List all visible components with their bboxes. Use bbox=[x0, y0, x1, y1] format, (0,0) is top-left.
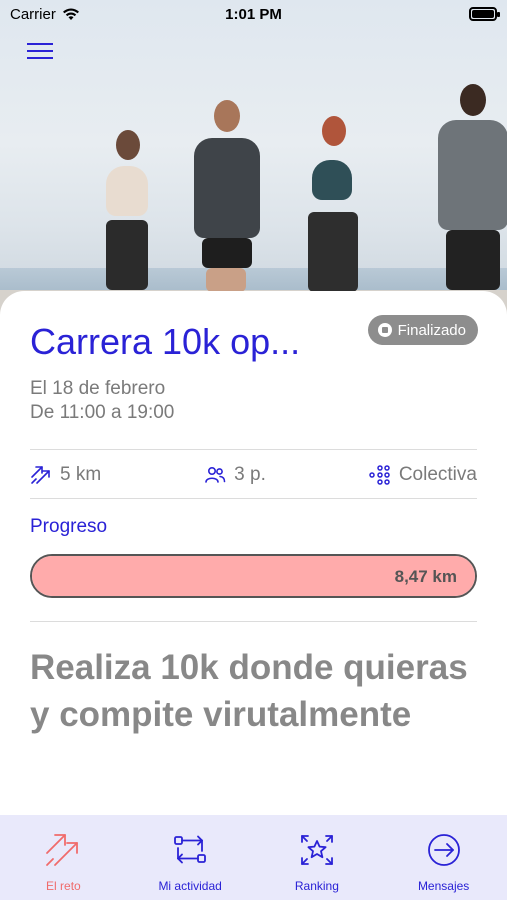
activity-icon bbox=[174, 835, 207, 864]
progress-bar: 8,47 km bbox=[30, 554, 477, 598]
runner-figure bbox=[186, 98, 276, 298]
hero-image bbox=[0, 0, 507, 320]
arrow-circle-icon bbox=[427, 834, 460, 866]
tab-label: Mi actividad bbox=[158, 879, 222, 893]
tab-mi-actividad[interactable]: Mi actividad bbox=[127, 815, 253, 893]
runner-figure bbox=[432, 82, 507, 297]
event-title: Carrera 10k op... bbox=[30, 321, 301, 362]
divider bbox=[30, 498, 477, 499]
stat-type: Colectiva bbox=[369, 464, 477, 486]
tab-label: Ranking bbox=[294, 879, 339, 893]
group-dots-icon bbox=[369, 465, 390, 485]
status-badge: Finalizado bbox=[367, 315, 478, 345]
status-badge-label: Finalizado bbox=[397, 321, 466, 339]
stat-type-value: Colectiva bbox=[398, 464, 477, 485]
progress-label: Progreso bbox=[30, 516, 108, 537]
runner-figure bbox=[298, 112, 378, 297]
battery-icon bbox=[469, 7, 500, 21]
double-arrow-icon bbox=[46, 834, 79, 866]
wifi-icon bbox=[62, 8, 79, 20]
tab-ranking[interactable]: Ranking bbox=[254, 815, 380, 893]
ranking-star-icon bbox=[300, 835, 333, 865]
stop-icon bbox=[377, 323, 392, 337]
stat-distance-value: 5 km bbox=[60, 464, 102, 485]
stat-participants-value: 3 p. bbox=[234, 464, 266, 485]
stat-distance: 5 km bbox=[30, 464, 101, 486]
event-card: Carrera 10k op... Finalizado El 18 de fe… bbox=[0, 291, 507, 816]
people-icon bbox=[205, 466, 226, 483]
event-description: Realiza 10k donde quieras y compite viru… bbox=[30, 648, 468, 734]
stats-row: 5 km 3 p. Colectiva bbox=[30, 461, 477, 489]
divider bbox=[30, 621, 477, 622]
tab-el-reto[interactable]: El reto bbox=[0, 815, 126, 893]
tab-label: El reto bbox=[46, 879, 81, 893]
tab-label: Mensajes bbox=[417, 879, 470, 893]
carrier-label: Carrier bbox=[10, 5, 56, 23]
stat-participants: 3 p. bbox=[204, 464, 266, 486]
progress-value: 8,47 km bbox=[394, 567, 457, 586]
tab-bar: El reto Mi actividad Ranking Mensajes bbox=[0, 815, 507, 900]
event-date: El 18 de febrero bbox=[30, 378, 166, 399]
carrier-group: Carrier bbox=[10, 6, 80, 23]
tab-mensajes[interactable]: Mensajes bbox=[381, 815, 507, 893]
divider bbox=[30, 449, 477, 450]
distance-arrows-icon bbox=[31, 466, 50, 484]
menu-icon[interactable] bbox=[27, 38, 53, 62]
runner-figure bbox=[92, 128, 182, 298]
event-time: De 11:00 a 19:00 bbox=[30, 402, 175, 423]
status-bar: Carrier 1:01 PM bbox=[0, 0, 507, 28]
